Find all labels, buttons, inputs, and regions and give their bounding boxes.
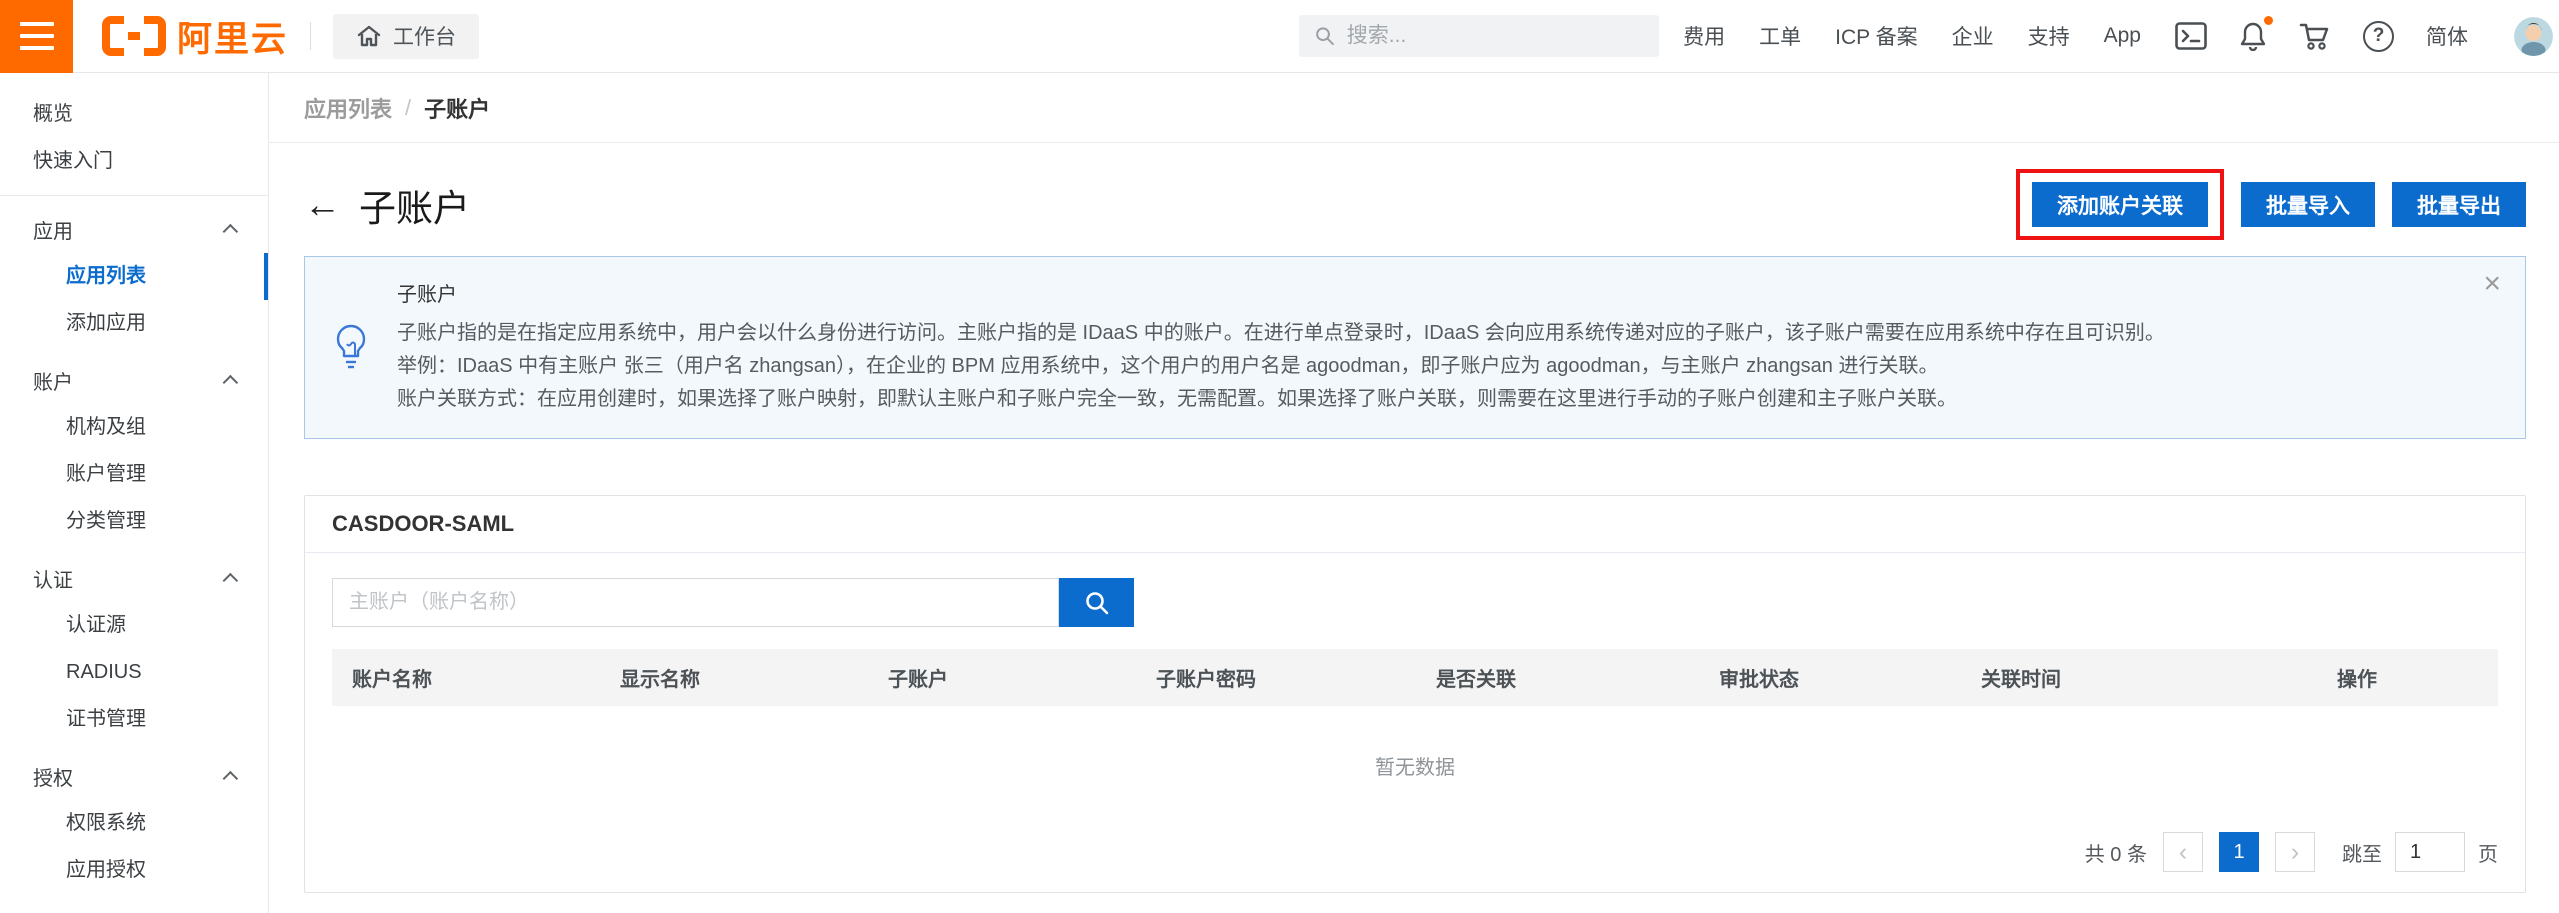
sidebar: 概览 快速入门 应用 应用列表 添加应用 账户 机构及组 账户管理 分类管理 认… [0, 73, 269, 913]
info-banner: × 子账户 子账户指的是在指定应用系统中，用户会以什么身份进行访问。主账户指的是… [304, 256, 2526, 439]
column-actions: 操作 [2216, 663, 2498, 692]
close-icon[interactable]: × [2483, 269, 2501, 299]
chevron-up-icon [223, 573, 239, 589]
shopping-cart-icon[interactable] [2299, 21, 2331, 51]
annotation-highlight-box: 添加账户关联 [2016, 169, 2224, 240]
page-content: ← 子账户 添加账户关联 批量导入 批量导出 × [269, 143, 2559, 893]
sidebar-item-cert-mgmt[interactable]: 证书管理 [0, 696, 268, 743]
page-jump-input[interactable] [2395, 832, 2465, 872]
sidebar-item-app-authorization[interactable]: 应用授权 [0, 847, 268, 894]
info-title: 子账户 [397, 279, 2165, 312]
sidebar-item-permission-system[interactable]: 权限系统 [0, 800, 268, 847]
column-display-name: 显示名称 [600, 663, 868, 692]
account-search-button[interactable] [1059, 578, 1134, 627]
nav-tickets[interactable]: 工单 [1759, 21, 1801, 51]
sidebar-section-authentication[interactable]: 认证 [0, 555, 268, 602]
chevron-up-icon [223, 224, 239, 240]
account-search-row [332, 578, 2498, 627]
search-icon [1083, 589, 1111, 617]
current-page-button[interactable]: 1 [2219, 832, 2259, 872]
breadcrumb-app-list[interactable]: 应用列表 [304, 92, 392, 124]
sidebar-item-account-mgmt[interactable]: 账户管理 [0, 451, 268, 498]
title-actions: 添加账户关联 批量导入 批量导出 [2016, 169, 2526, 240]
page-unit-label: 页 [2478, 838, 2498, 867]
sidebar-item-category-mgmt[interactable]: 分类管理 [0, 498, 268, 545]
nav-billing[interactable]: 费用 [1683, 21, 1725, 51]
global-search-input[interactable] [1347, 24, 1644, 48]
card-body: 账户名称 显示名称 子账户 子账户密码 是否关联 审批状态 关联时间 操作 暂无… [305, 553, 2525, 892]
next-page-button[interactable]: › [2275, 832, 2315, 872]
global-search-box[interactable] [1299, 15, 1659, 57]
brand-bracket-icon [100, 15, 168, 57]
info-text: 子账户 子账户指的是在指定应用系统中，用户会以什么身份进行访问。主账户指的是 I… [397, 279, 2165, 416]
table-header-row: 账户名称 显示名称 子账户 子账户密码 是否关联 审批状态 关联时间 操作 [332, 649, 2498, 706]
batch-import-button[interactable]: 批量导入 [2241, 182, 2375, 227]
sidebar-item-app-list[interactable]: 应用列表 [0, 253, 268, 300]
title-row: ← 子账户 添加账户关联 批量导入 批量导出 [304, 169, 2526, 240]
batch-export-button[interactable]: 批量导出 [2392, 182, 2526, 227]
top-bar: 阿里云 工作台 费用 工单 ICP 备案 企业 支持 App [0, 0, 2559, 73]
help-icon[interactable]: ? [2363, 21, 2394, 52]
add-account-link-button[interactable]: 添加账户关联 [2032, 182, 2208, 227]
column-account-name: 账户名称 [332, 663, 600, 692]
sidebar-item-org-groups[interactable]: 机构及组 [0, 404, 268, 451]
sidebar-section-authorization[interactable]: 授权 [0, 753, 268, 800]
bulb-icon [305, 279, 397, 416]
sidebar-item-overview[interactable]: 概览 [0, 91, 268, 138]
info-line-3: 账户关联方式：在应用创建时，如果选择了账户映射，即默认主账户和子账户完全一致，无… [397, 383, 2165, 416]
workbench-button[interactable]: 工作台 [333, 14, 479, 59]
user-avatar[interactable] [2514, 17, 2553, 56]
notification-dot [2264, 16, 2273, 25]
column-link-time: 关联时间 [1961, 663, 2216, 692]
column-is-linked: 是否关联 [1416, 663, 1699, 692]
breadcrumb: 应用列表 / 子账户 [269, 73, 2559, 143]
notification-bell-icon[interactable] [2239, 21, 2267, 51]
hamburger-menu-icon[interactable] [0, 0, 73, 73]
breadcrumb-current: 子账户 [424, 92, 490, 124]
sidebar-divider [0, 195, 268, 196]
top-divider [310, 22, 311, 50]
nav-app[interactable]: App [2104, 24, 2141, 48]
brand-name: 阿里云 [177, 11, 288, 62]
sidebar-item-quickstart[interactable]: 快速入门 [0, 138, 268, 185]
sidebar-section-accounts[interactable]: 账户 [0, 357, 268, 404]
chevron-up-icon [223, 375, 239, 391]
sidebar-section-applications[interactable]: 应用 [0, 206, 268, 253]
locale-switcher[interactable]: 简体 [2426, 21, 2468, 51]
console-terminal-icon[interactable] [2175, 22, 2207, 50]
nav-icp[interactable]: ICP 备案 [1835, 21, 1917, 51]
primary-account-search-input[interactable] [332, 578, 1059, 627]
top-nav: 费用 工单 ICP 备案 企业 支持 App [1683, 21, 2502, 52]
home-icon [356, 24, 382, 48]
chevron-up-icon [223, 771, 239, 787]
column-sub-account-password: 子账户密码 [1136, 663, 1416, 692]
app-card: CASDOOR-SAML 账户名称 显示名称 [304, 495, 2526, 893]
sidebar-item-auth-source[interactable]: 认证源 [0, 602, 268, 649]
empty-state: 暂无数据 [332, 706, 2498, 824]
pagination: 共 0 条 ‹ 1 › 跳至 页 [332, 832, 2498, 872]
sidebar-item-add-app[interactable]: 添加应用 [0, 300, 268, 347]
jump-to-label: 跳至 [2342, 838, 2382, 867]
search-icon [1314, 24, 1336, 48]
info-line-1: 子账户指的是在指定应用系统中，用户会以什么身份进行访问。主账户指的是 IDaaS… [397, 317, 2165, 350]
column-approval-status: 审批状态 [1699, 663, 1961, 692]
main-area: 应用列表 / 子账户 ← 子账户 添加账户关联 批量导入 批量导出 × [269, 73, 2559, 913]
total-count: 共 0 条 [2085, 838, 2147, 867]
alibaba-cloud-logo[interactable]: 阿里云 [100, 11, 288, 62]
breadcrumb-separator: / [405, 95, 411, 121]
card-title: CASDOOR-SAML [305, 496, 2525, 553]
workbench-label: 工作台 [393, 21, 456, 51]
prev-page-button[interactable]: ‹ [2163, 832, 2203, 872]
sidebar-item-radius[interactable]: RADIUS [0, 649, 268, 696]
nav-support[interactable]: 支持 [2028, 21, 2070, 51]
info-line-2: 举例：IDaaS 中有主账户 张三（用户名 zhangsan），在企业的 BPM… [397, 350, 2165, 383]
back-arrow-icon[interactable]: ← [304, 186, 341, 223]
column-sub-account: 子账户 [868, 663, 1136, 692]
page-title: 子账户 [359, 178, 470, 232]
nav-enterprise[interactable]: 企业 [1952, 21, 1994, 51]
